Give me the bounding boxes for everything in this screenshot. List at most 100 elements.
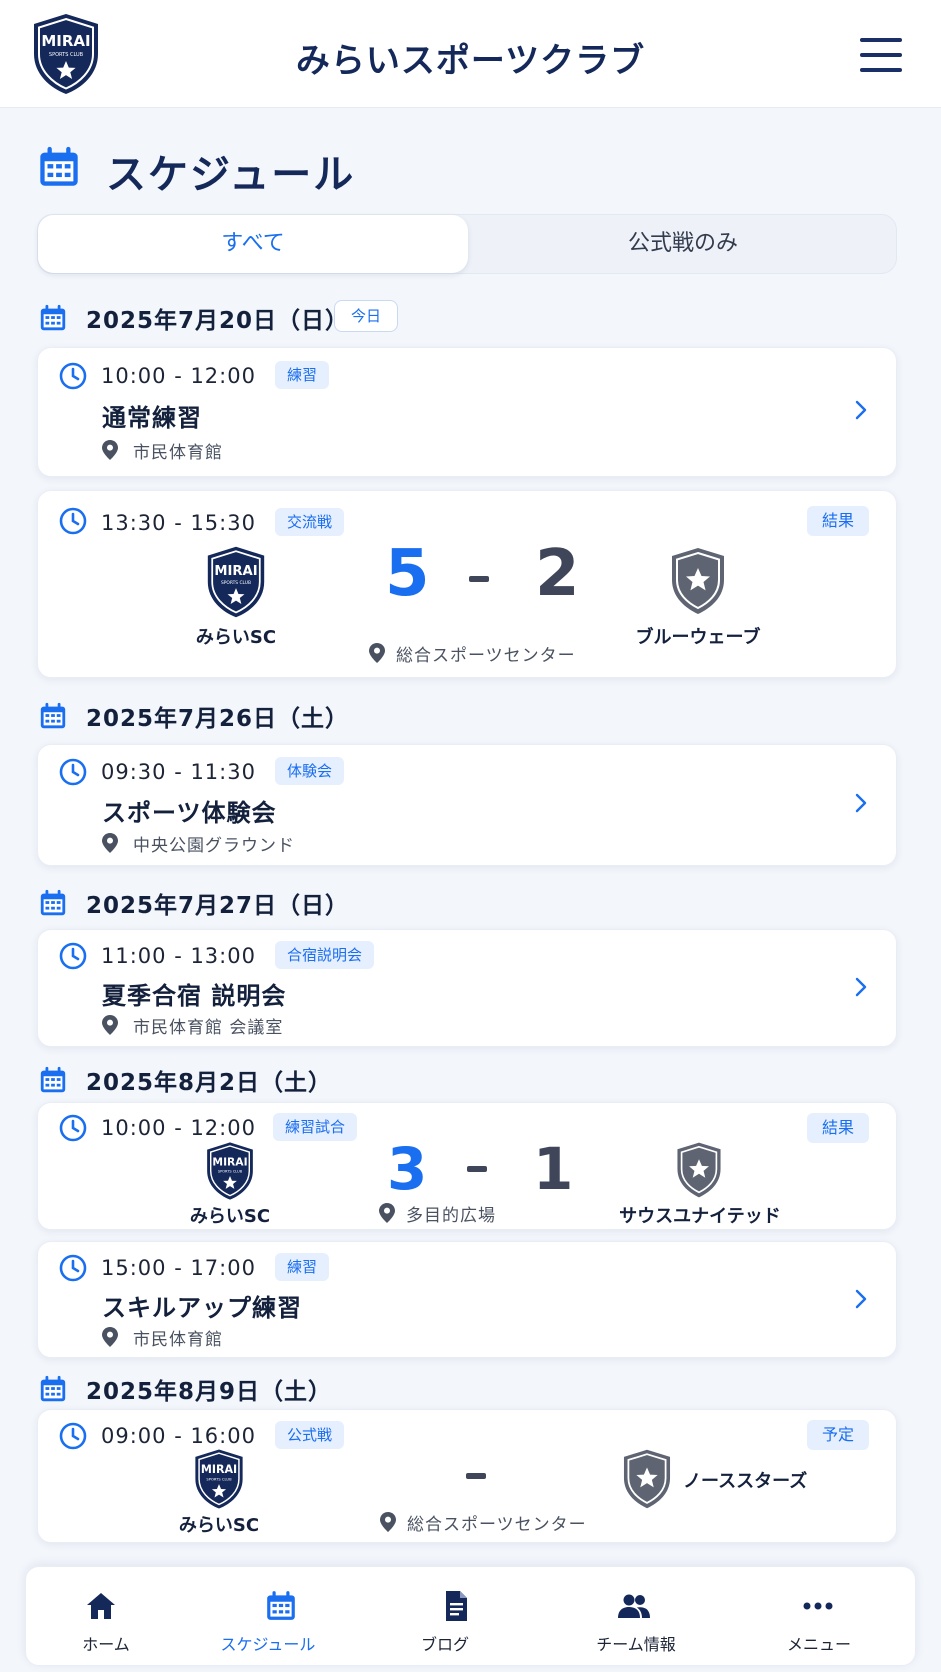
nav-schedule[interactable]: スケジュール [186, 1567, 346, 1667]
home-team-crest-icon [204, 545, 268, 619]
match-card[interactable]: 09:00 - 16:00 公式戦 予定 みらいSC ノーススターズ 総合スポー… [37, 1409, 897, 1543]
tab-all[interactable]: すべて [38, 215, 468, 273]
nav-menu[interactable]: メニュー [743, 1567, 903, 1667]
today-badge: 今日 [334, 300, 398, 332]
date-label: 2025年7月26日（土） [86, 706, 350, 732]
event-location: 総合スポーツセンター [407, 1515, 587, 1535]
event-location: 多目的広場 [406, 1206, 496, 1226]
home-team-crest-icon [204, 1141, 256, 1201]
location-pin-icon [102, 833, 118, 853]
clock-icon [58, 1421, 88, 1451]
location-pin-icon [102, 1327, 118, 1347]
event-title: スポーツ体験会 [102, 799, 277, 827]
away-score: 2 [535, 537, 580, 611]
home-score: 3 [387, 1135, 428, 1203]
home-team-name: みらいSC [178, 1515, 260, 1536]
event-time: 15:00 - 17:00 [101, 1256, 256, 1280]
away-team-crest-icon [674, 1141, 724, 1199]
status-badge: 結果 [807, 1113, 870, 1143]
location-pin-icon [102, 1015, 118, 1035]
document-icon [446, 1591, 467, 1621]
status-badge: 結果 [807, 506, 870, 536]
bottom-navigation: ホーム スケジュール ブログ チーム情報 メニュー [25, 1566, 916, 1666]
calendar-icon [38, 1065, 68, 1095]
event-location: 中央公園グラウンド [133, 836, 295, 856]
app-header: MIRAI SPORTS CLUB みらいスポーツクラブ [0, 0, 941, 108]
chevron-right-icon [854, 1288, 868, 1310]
location-pin-icon [379, 1203, 395, 1223]
chevron-right-icon [854, 792, 868, 814]
event-time: 13:30 - 15:30 [101, 511, 256, 535]
users-icon [618, 1594, 650, 1618]
calendar-icon [38, 701, 68, 731]
calendar-icon [264, 1589, 298, 1623]
event-location: 市民体育館 会議室 [133, 1018, 284, 1038]
event-time: 11:00 - 13:00 [101, 944, 256, 968]
away-team-crest-icon [620, 1448, 674, 1510]
location-pin-icon [380, 1512, 396, 1532]
calendar-icon [38, 1374, 68, 1404]
score-separator [469, 576, 489, 582]
event-title: 通常練習 [102, 404, 202, 432]
match-card[interactable]: 13:30 - 15:30 交流戦 結果 みらいSC 5 2 ブルーウェーブ 総… [37, 490, 897, 678]
calendar-icon [38, 888, 68, 918]
clock-icon [58, 757, 88, 787]
nav-blog[interactable]: ブログ [371, 1567, 531, 1667]
event-time: 10:00 - 12:00 [101, 1116, 256, 1140]
event-title: 夏季合宿 説明会 [102, 982, 287, 1010]
chevron-right-icon [854, 976, 868, 998]
clock-icon [58, 1253, 88, 1283]
clock-icon [58, 1113, 88, 1143]
home-team-name: みらいSC [189, 1206, 271, 1227]
event-tag: 体験会 [275, 757, 345, 785]
away-team-crest-icon [668, 546, 728, 616]
nav-label: ブログ [420, 1635, 469, 1654]
nav-label: スケジュール [220, 1635, 316, 1654]
event-location: 市民体育館 [133, 1330, 223, 1350]
event-tag: 練習 [275, 1253, 330, 1281]
clock-icon [58, 506, 88, 536]
event-tag: 合宿説明会 [275, 941, 375, 969]
nav-team-info[interactable]: チーム情報 [554, 1567, 714, 1667]
event-card[interactable]: 09:30 - 11:30 体験会 スポーツ体験会 中央公園グラウンド [37, 744, 897, 866]
filter-tabs: すべて 公式戦のみ [37, 214, 897, 274]
away-team-name: ブルーウェーブ [635, 627, 761, 648]
event-time: 09:00 - 16:00 [101, 1424, 256, 1448]
date-label: 2025年8月2日（土） [86, 1070, 333, 1096]
home-team-name: みらいSC [195, 627, 277, 648]
event-card[interactable]: 15:00 - 17:00 練習 スキルアップ練習 市民体育館 [37, 1241, 897, 1358]
nav-home[interactable]: ホーム [26, 1567, 186, 1667]
score-separator [466, 1473, 486, 1479]
calendar-icon [36, 144, 82, 190]
score-separator [467, 1166, 487, 1172]
clock-icon [58, 361, 88, 391]
away-score: 1 [533, 1135, 574, 1203]
date-label: 2025年7月27日（日） [86, 893, 350, 919]
away-team-name: ノーススターズ [683, 1471, 808, 1492]
event-card[interactable]: 11:00 - 13:00 合宿説明会 夏季合宿 説明会 市民体育館 会議室 [37, 929, 897, 1047]
event-tag: 交流戦 [275, 508, 345, 536]
event-tag: 公式戦 [275, 1421, 345, 1449]
clock-icon [58, 941, 88, 971]
more-icon [803, 1602, 833, 1610]
event-time: 09:30 - 11:30 [101, 760, 256, 784]
event-location: 総合スポーツセンター [396, 646, 576, 666]
hamburger-menu-icon[interactable] [860, 38, 902, 74]
event-location: 市民体育館 [133, 443, 223, 463]
home-icon [87, 1593, 115, 1619]
page-title: スケジュール [106, 152, 356, 198]
date-label: 2025年7月20日（日） [86, 308, 350, 334]
calendar-icon [38, 303, 68, 333]
nav-label: メニュー [786, 1635, 851, 1654]
event-time: 10:00 - 12:00 [101, 364, 256, 388]
tab-official-only[interactable]: 公式戦のみ [468, 215, 898, 273]
chevron-right-icon [854, 399, 868, 421]
event-card[interactable]: 10:00 - 12:00 練習 通常練習 市民体育館 [37, 347, 897, 477]
match-card[interactable]: 10:00 - 12:00 練習試合 結果 みらいSC 3 1 サウスユナイテッ… [37, 1102, 897, 1230]
event-title: スキルアップ練習 [102, 1294, 302, 1322]
status-badge: 予定 [807, 1420, 870, 1450]
home-score: 5 [385, 537, 430, 611]
home-team-crest-icon [192, 1448, 246, 1510]
location-pin-icon [102, 440, 118, 460]
event-tag: 練習試合 [273, 1113, 358, 1141]
